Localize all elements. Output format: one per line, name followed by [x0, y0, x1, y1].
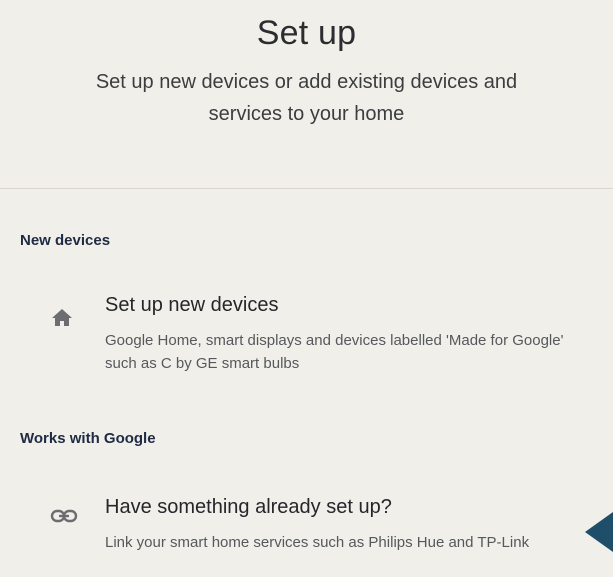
section-header-works-with-google: Works with Google [20, 430, 156, 447]
link-existing-services-item[interactable]: Have something already set up? Link your… [0, 496, 613, 577]
setup-new-devices-item[interactable]: Set up new devices Google Home, smart di… [0, 292, 613, 382]
setup-new-devices-description: Google Home, smart displays and devices … [105, 332, 564, 372]
link-icon [50, 504, 78, 528]
header-divider [0, 188, 613, 189]
setup-header: Set up Set up new devices or add existin… [0, 0, 613, 186]
home-icon [50, 306, 74, 330]
pointer-arrow-icon [585, 512, 613, 552]
setup-screen: Set up Set up new devices or add existin… [0, 0, 613, 577]
link-existing-services-title: Have something already set up? [105, 496, 392, 518]
setup-new-devices-title: Set up new devices [105, 294, 279, 316]
link-existing-services-description: Link your smart home services such as Ph… [105, 534, 530, 551]
section-header-new-devices: New devices [20, 232, 111, 249]
page-title: Set up [256, 14, 357, 52]
page-subtitle: Set up new devices or add existing devic… [95, 71, 518, 125]
